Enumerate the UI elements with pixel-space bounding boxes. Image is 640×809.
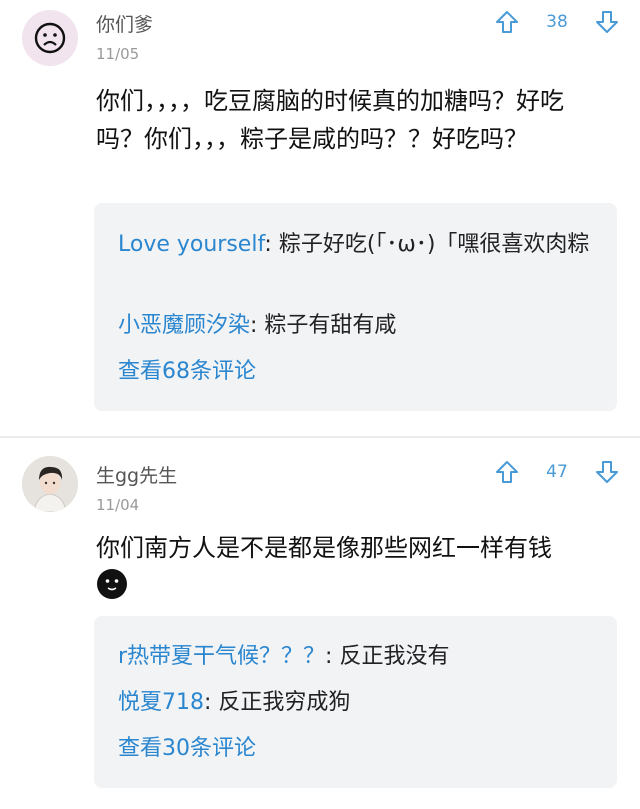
reply-username[interactable]: Love yourself — [118, 232, 264, 257]
avatar[interactable] — [22, 456, 78, 512]
comment-date: 11/04 — [96, 496, 140, 514]
reply-item[interactable]: 小恶魔顾汐染: 粽子有甜有咸 — [118, 309, 598, 343]
reply-item[interactable]: r热带夏干气候？？？: 反正我没有 — [118, 640, 598, 674]
reply-text: 反正我穷成狗 — [218, 690, 351, 715]
vote-count: 38 — [546, 12, 568, 32]
reply-username[interactable]: 悦夏718 — [118, 690, 204, 715]
reply-preview-box[interactable]: r热带夏干气候？？？: 反正我没有 悦夏718: 反正我穷成狗 查看30条评论 — [94, 616, 617, 788]
reply-text: 粽子有甜有咸 — [264, 313, 397, 338]
reply-item[interactable]: Love yourself: 粽子好吃(「･ω･)「嘿很喜欢肉粽 — [118, 228, 598, 262]
reply-username[interactable]: 小恶魔顾汐染 — [118, 313, 250, 338]
view-more-replies-link[interactable]: 查看30条评论 — [118, 734, 256, 764]
sad-face-icon — [34, 22, 66, 54]
reply-separator: : — [250, 313, 265, 338]
user-photo-icon — [22, 456, 78, 512]
username[interactable]: 你们爹 — [96, 13, 153, 37]
reply-text: 粽子好吃(「･ω･)「嘿很喜欢肉粽 — [278, 232, 590, 257]
upvote-icon[interactable] — [494, 9, 520, 35]
comment-item: 你们爹 11/05 38 你们，，，，吃豆腐脑的时候真的加糖吗？好吃吗？你们，，… — [0, 0, 640, 436]
avatar[interactable] — [22, 10, 78, 66]
downvote-icon[interactable] — [594, 459, 620, 485]
downvote-icon[interactable] — [594, 9, 620, 35]
reply-separator: : — [264, 232, 279, 257]
upvote-icon[interactable] — [494, 459, 520, 485]
black-face-emoji-icon — [97, 569, 127, 599]
comment-date: 11/05 — [96, 45, 140, 63]
vote-count: 47 — [546, 462, 568, 482]
comment-text: 你们南方人是不是都是像那些网红一样有钱 — [96, 534, 552, 562]
comment-text: 你们，，，，吃豆腐脑的时候真的加糖吗？好吃吗？你们，，，粽子是咸的吗？？好吃吗？ — [96, 87, 564, 153]
reply-separator: : — [325, 644, 340, 669]
view-more-replies-link[interactable]: 查看68条评论 — [118, 357, 256, 387]
reply-preview-box[interactable]: Love yourself: 粽子好吃(「･ω･)「嘿很喜欢肉粽 小恶魔顾汐染:… — [94, 203, 617, 411]
reply-text: 反正我没有 — [339, 644, 450, 669]
reply-item[interactable]: 悦夏718: 反正我穷成狗 — [118, 686, 598, 720]
reply-separator: : — [204, 690, 219, 715]
username[interactable]: 生gg先生 — [96, 464, 177, 488]
reply-username[interactable]: r热带夏干气候？？？ — [118, 644, 325, 669]
